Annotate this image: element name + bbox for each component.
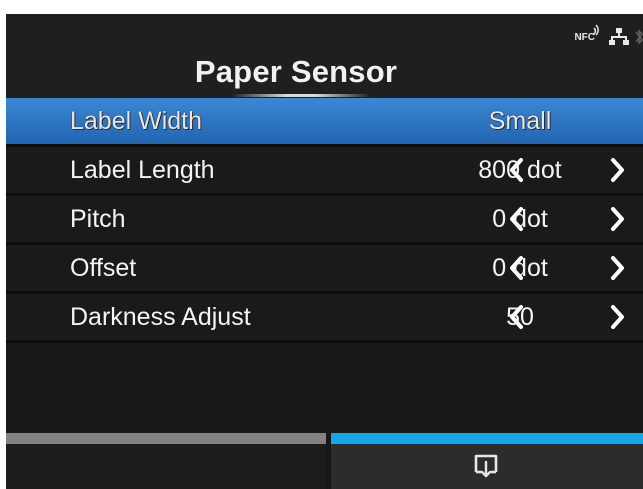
menu-item-value: Small	[488, 107, 552, 135]
title-bar: Paper Sensor NFC	[6, 14, 643, 98]
screen-return-icon	[474, 454, 498, 478]
tab-indicator-left	[6, 433, 326, 444]
menu-item-label: Pitch	[70, 205, 126, 233]
menu-item-darkness-adjust[interactable]: Darkness Adjust 50	[6, 294, 643, 343]
menu-item-value: 800 dot	[478, 156, 562, 184]
menu-item-label: Darkness Adjust	[70, 303, 251, 331]
title-underline	[231, 94, 371, 97]
nfc-icon: NFC	[574, 23, 600, 43]
menu-item-label: Offset	[70, 254, 137, 282]
tab-indicator-right	[331, 433, 643, 444]
footer-button-left[interactable]	[6, 444, 326, 489]
footer-button-return[interactable]	[331, 444, 643, 489]
menu-item-label-length[interactable]: Label Length 800 dot	[6, 147, 643, 196]
printer-screen: Paper Sensor NFC Label Width Small Label…	[6, 14, 643, 489]
menu-item-offset[interactable]: Offset 0 dot	[6, 245, 643, 294]
chevron-right-icon[interactable]	[610, 304, 626, 330]
chevron-right-icon[interactable]	[610, 206, 626, 232]
bluetooth-icon	[635, 29, 643, 45]
menu-item-label: Label Width	[70, 107, 203, 135]
menu-item-value: 50	[506, 303, 534, 331]
menu-item-pitch[interactable]: Pitch 0 dot	[6, 196, 643, 245]
chevron-right-icon[interactable]	[610, 255, 626, 281]
menu-item-value: 0 dot	[492, 205, 548, 233]
menu-item-value: 0 dot	[492, 254, 548, 282]
menu-item-label-width[interactable]: Label Width Small	[6, 98, 643, 147]
lan-icon	[609, 28, 629, 45]
status-icons: NFC	[574, 23, 643, 50]
page-title: Paper Sensor	[194, 54, 398, 89]
chevron-right-icon[interactable]	[610, 157, 626, 183]
menu-item-label: Label Length	[70, 156, 215, 184]
